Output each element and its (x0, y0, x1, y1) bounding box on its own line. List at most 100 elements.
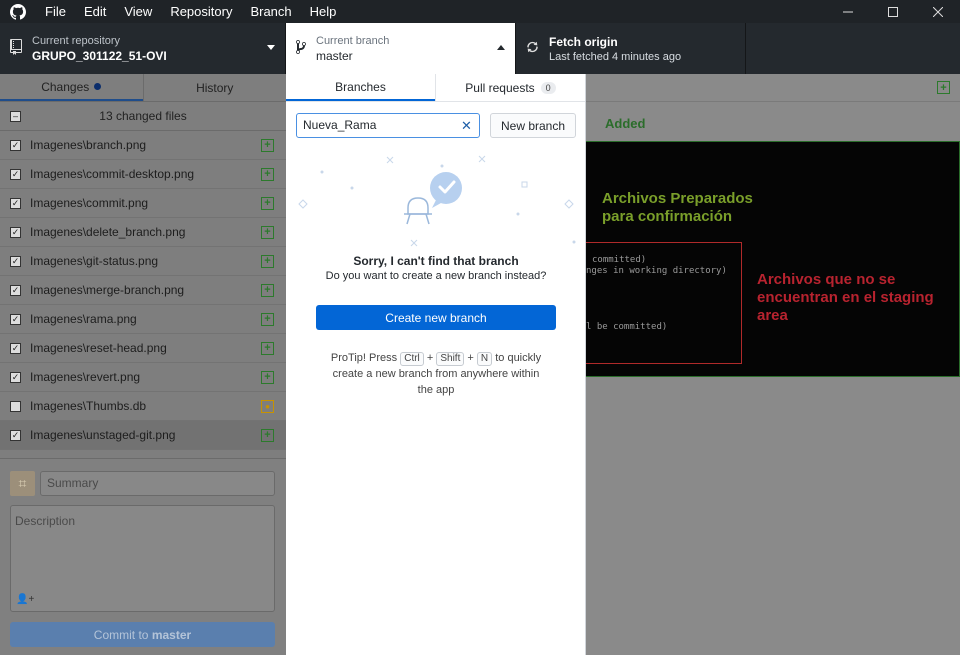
image-diff-preview: Archivos Preparados para confirmación co… (586, 141, 960, 377)
commit-button-prefix: Commit to (93, 627, 149, 642)
added-status-icon: + (261, 167, 274, 181)
file-checkbox[interactable]: ✓ (10, 255, 21, 267)
sync-icon (526, 40, 539, 57)
file-name: Imagenes\revert.png (30, 370, 141, 384)
menu-repository[interactable]: Repository (161, 0, 241, 23)
diff-view: + Added Archivos Preparados para confirm… (586, 74, 960, 655)
repo-label: Current repository (32, 34, 121, 47)
select-all-checkbox[interactable]: – (10, 110, 21, 122)
tab-pull-requests-label: Pull requests (465, 80, 535, 95)
file-row[interactable]: ✓ Imagenes\rama.png + (0, 305, 286, 334)
fetch-subtitle: Last fetched 4 minutes ago (549, 50, 682, 63)
changed-files-count: 13 changed files (99, 109, 187, 123)
file-row[interactable]: ✓ Imagenes\reset-head.png + (0, 334, 286, 363)
file-checkbox[interactable]: ✓ (10, 226, 21, 238)
file-checkbox[interactable]: ✓ (10, 168, 21, 180)
added-label: Added (605, 116, 646, 131)
file-row[interactable]: ✓ Imagenes\merge-branch.png + (0, 276, 286, 305)
file-checkbox[interactable]: ✓ (10, 139, 21, 151)
toolbar: Current repository GRUPO_301122_51-OVI C… (0, 23, 960, 74)
tab-changes-label: Changes (41, 79, 90, 94)
file-checkbox[interactable]: ✓ (10, 284, 21, 296)
staged-annotation-line1: Archivos Preparados (602, 190, 753, 207)
avatar: ⌗ (10, 471, 35, 496)
maximize-icon[interactable] (870, 0, 915, 23)
menu-view[interactable]: View (115, 0, 161, 23)
branch-dropdown: Branches Pull requests 0 Nueva_Rama ✕ Ne… (286, 74, 586, 655)
terminal-line: nges in working directory) (586, 266, 727, 276)
github-logo-icon (0, 0, 36, 23)
file-checkbox[interactable]: ✓ (10, 342, 21, 354)
new-branch-button[interactable]: New branch (490, 113, 576, 138)
kbd-plus: + (467, 352, 474, 364)
file-name: Imagenes\rama.png (30, 312, 137, 326)
close-icon[interactable] (915, 0, 960, 23)
file-checkbox[interactable] (10, 400, 21, 412)
current-branch-button[interactable]: Current branch master (286, 23, 516, 74)
file-checkbox[interactable]: ✓ (10, 371, 21, 383)
file-row[interactable]: ✓ Imagenes\commit.png + (0, 189, 286, 218)
tab-branches[interactable]: Branches (286, 74, 435, 101)
tab-history[interactable]: History (142, 74, 287, 101)
file-row[interactable]: Imagenes\Thumbs.db ● (0, 392, 286, 421)
file-row[interactable]: ✓ Imagenes\unstaged-git.png + (0, 421, 286, 450)
menu-edit[interactable]: Edit (75, 0, 115, 23)
added-status-icon: + (937, 81, 950, 94)
description-field[interactable]: Description 👤+ (10, 505, 275, 612)
terminal-line: l be committed) (586, 322, 668, 332)
minimize-icon[interactable] (825, 0, 870, 23)
added-status-icon: + (261, 225, 274, 239)
chevron-up-icon (497, 45, 505, 50)
file-row[interactable]: ✓ Imagenes\commit-desktop.png + (0, 160, 286, 189)
file-name: Imagenes\merge-branch.png (30, 283, 185, 297)
title-bar: File Edit View Repository Branch Help (0, 0, 960, 23)
commit-area: ⌗ Summary Description 👤+ Commit to maste… (0, 458, 286, 655)
file-row[interactable]: ✓ Imagenes\branch.png + (0, 131, 286, 160)
file-name: Imagenes\Thumbs.db (30, 399, 147, 413)
menu-file[interactable]: File (36, 0, 75, 23)
summary-input[interactable]: Summary (40, 471, 275, 496)
commit-button-branch: master (151, 627, 192, 642)
protip-text: ProTip! Press Ctrl + Shift + N to quickl… (326, 350, 546, 398)
added-status-icon: + (261, 312, 274, 326)
added-status-icon: + (261, 254, 274, 268)
file-name: Imagenes\branch.png (30, 138, 147, 152)
changes-indicator-dot (94, 83, 102, 90)
menu-branch[interactable]: Branch (241, 0, 300, 23)
tab-pull-requests[interactable]: Pull requests 0 (435, 74, 585, 101)
added-status-icon: + (261, 138, 274, 152)
no-branch-title: Sorry, I can't find that branch (353, 254, 519, 268)
clear-filter-icon[interactable]: ✕ (461, 118, 472, 134)
fetch-origin-button[interactable]: Fetch origin Last fetched 4 minutes ago (516, 23, 746, 74)
repo-name: GRUPO_301122_51-OVI (32, 48, 167, 63)
kbd-ctrl: Ctrl (400, 352, 424, 366)
added-status-icon: + (261, 428, 274, 442)
added-status-icon: + (261, 370, 274, 384)
fetch-title: Fetch origin (549, 34, 618, 49)
commit-button[interactable]: Commit to master (10, 622, 275, 647)
kbd-shift: Shift (436, 352, 465, 366)
added-status-icon: + (261, 341, 274, 355)
menu-help[interactable]: Help (301, 0, 346, 23)
file-name: Imagenes\commit.png (30, 196, 149, 210)
file-name: Imagenes\commit-desktop.png (30, 167, 195, 181)
file-name: Imagenes\delete_branch.png (30, 225, 186, 239)
current-repository-button[interactable]: Current repository GRUPO_301122_51-OVI (0, 23, 286, 74)
add-coauthor-icon[interactable]: 👤+ (16, 594, 34, 605)
file-row[interactable]: ✓ Imagenes\revert.png + (0, 363, 286, 392)
tab-changes[interactable]: Changes (0, 74, 143, 101)
kbd-n: N (476, 352, 493, 366)
file-row[interactable]: ✓ Imagenes\delete_branch.png + (0, 218, 286, 247)
description-placeholder: Description (15, 514, 76, 528)
branch-filter-input[interactable]: Nueva_Rama (296, 113, 480, 138)
file-row[interactable]: ✓ Imagenes\git-status.png + (0, 247, 286, 276)
file-checkbox[interactable]: ✓ (10, 197, 21, 209)
create-new-branch-button[interactable]: Create new branch (316, 305, 556, 330)
tab-history-label: History (196, 80, 234, 95)
file-checkbox[interactable]: ✓ (10, 313, 21, 325)
file-checkbox[interactable]: ✓ (10, 429, 21, 441)
chevron-down-icon (267, 45, 275, 50)
tab-branches-label: Branches (335, 79, 386, 94)
terminal-line: committed) (592, 255, 647, 265)
no-branch-subtitle: Do you want to create a new branch inste… (325, 270, 547, 282)
